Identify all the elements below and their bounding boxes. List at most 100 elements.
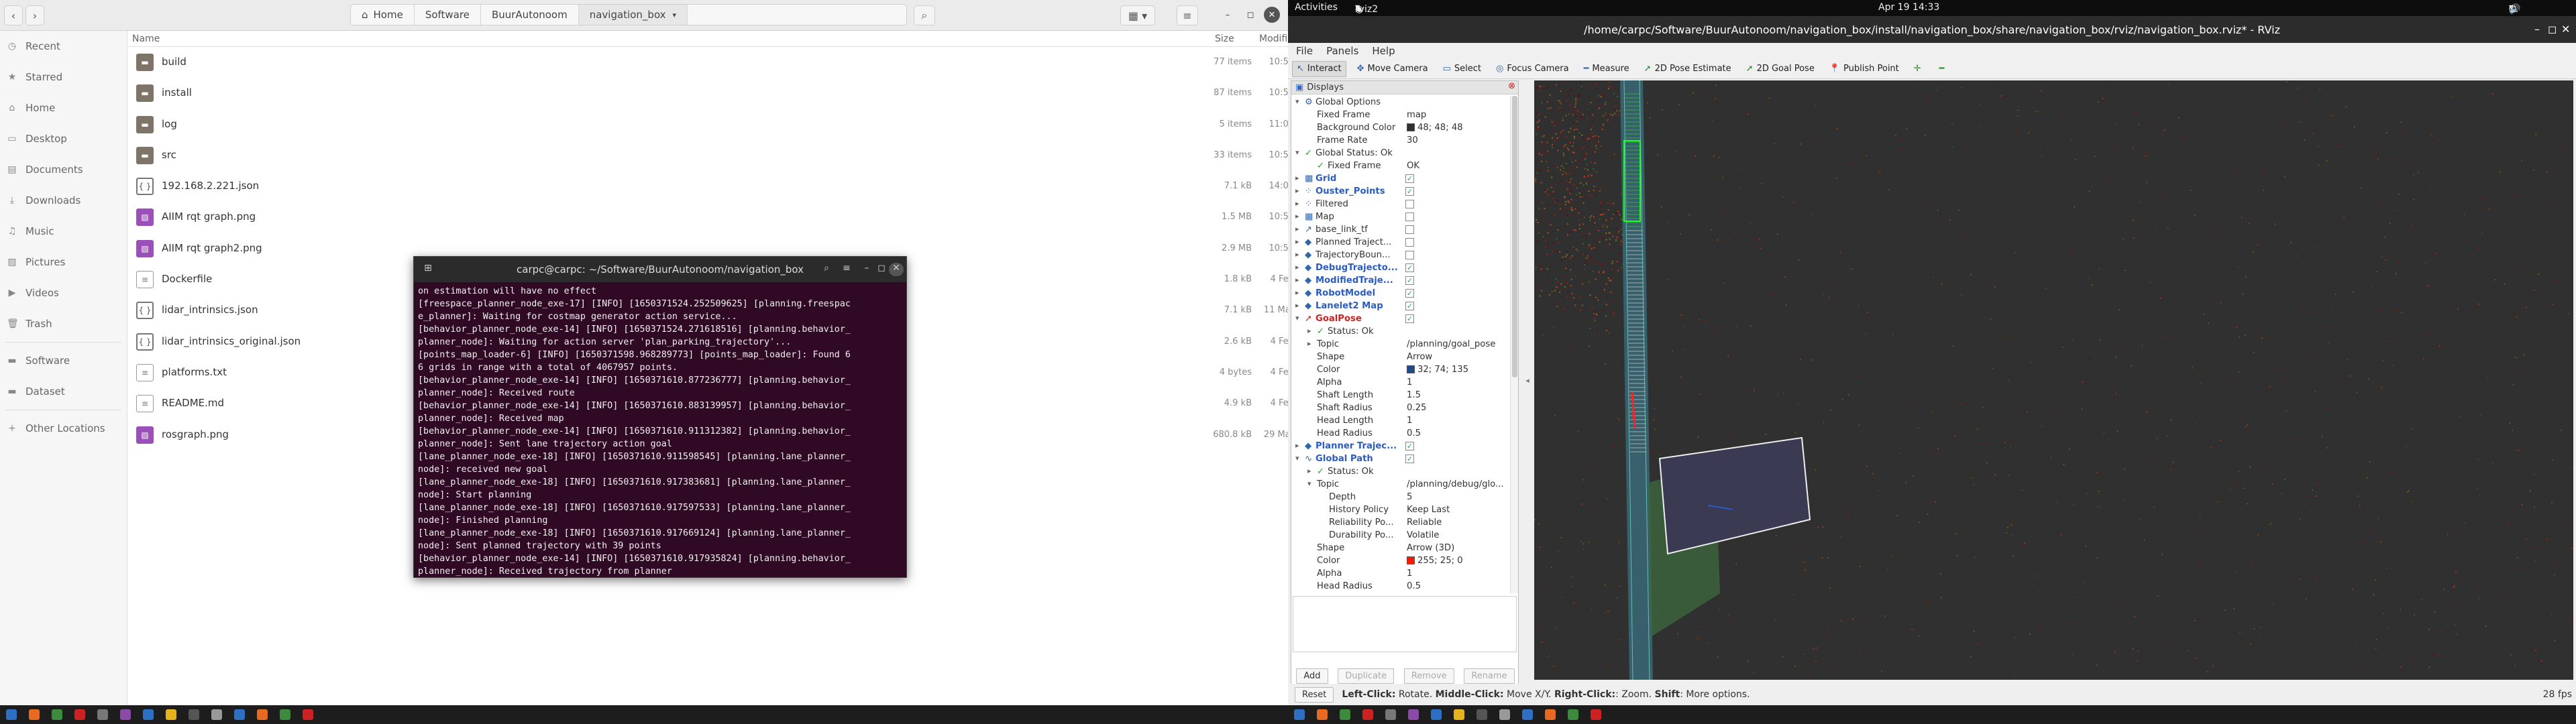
sidebar-item-trash[interactable]: 🗑 Trash — [0, 308, 127, 339]
duplicate-button[interactable]: Duplicate — [1338, 668, 1395, 684]
color-swatch[interactable] — [1407, 365, 1415, 373]
rename-button[interactable]: Rename — [1464, 668, 1515, 684]
enable-checkbox[interactable] — [1405, 251, 1414, 259]
expand-arrow-icon[interactable]: ▸ — [1295, 186, 1299, 195]
clock[interactable]: Apr 19 14:33 — [1878, 2, 1939, 13]
tree-row-head-radius[interactable]: Head Radius 0.5 — [1291, 427, 1518, 440]
file-row[interactable]: ▬ install 87 items 10:52 — [128, 78, 1294, 109]
taskbar-app-icon[interactable] — [189, 709, 199, 720]
file-row[interactable]: { } 192.168.2.221.json 7.1 kB 14:00 — [128, 171, 1294, 202]
system-tray[interactable]: ⇅ 🔊 ⏻ ▾ — [2509, 2, 2520, 15]
property-value-wrap[interactable]: 1.5 — [1407, 390, 1421, 400]
taskbar-app-icon[interactable] — [120, 709, 131, 720]
taskbar-app-icon[interactable] — [280, 709, 290, 720]
property-value-wrap[interactable]: 0.5 — [1407, 581, 1421, 591]
taskbar-app-icon[interactable] — [143, 709, 154, 720]
menu-help[interactable]: Help — [1372, 45, 1395, 57]
tree-row-base-link-tf[interactable]: ▸ ↗ base_link_tf — [1291, 223, 1518, 236]
taskbar-app-icon[interactable] — [74, 709, 85, 720]
property-value-wrap[interactable]: /planning/debug/glo... — [1407, 479, 1504, 489]
enable-checkbox[interactable] — [1405, 200, 1414, 208]
close-button[interactable]: ✕ — [889, 263, 904, 276]
taskbar-app-icon[interactable] — [1408, 709, 1419, 720]
enable-checkbox[interactable]: ✓ — [1405, 263, 1414, 272]
enable-checkbox[interactable] — [1405, 238, 1414, 247]
tree-row-frame-rate[interactable]: Frame Rate 30 — [1291, 134, 1518, 147]
tree-row-shaft-radius[interactable]: Shaft Radius 0.25 — [1291, 402, 1518, 414]
property-value-wrap[interactable]: Arrow — [1407, 352, 1432, 362]
close-button[interactable]: ✕ — [1264, 7, 1280, 23]
taskbar-app-icon[interactable] — [1317, 709, 1328, 720]
taskbar-app-icon[interactable] — [1454, 709, 1464, 720]
sidebar-item-recent[interactable]: ◷ Recent — [0, 31, 127, 62]
property-value-wrap[interactable]: /planning/goal_pose — [1407, 339, 1495, 349]
maximize-button[interactable]: ◻ — [2548, 23, 2557, 36]
taskbar-app-icon[interactable] — [52, 709, 62, 720]
search-icon[interactable]: ⌕ — [819, 263, 834, 276]
sidebar-item-desktop[interactable]: ▭ Desktop — [0, 123, 127, 154]
tree-row-history-policy[interactable]: History Policy Keep Last — [1291, 503, 1518, 516]
taskbar-app-icon[interactable] — [1477, 709, 1487, 720]
expand-arrow-icon[interactable]: ▸ — [1295, 199, 1299, 208]
enable-checkbox[interactable]: ✓ — [1405, 289, 1414, 298]
expand-arrow-icon[interactable]: ▸ — [1307, 467, 1311, 475]
taskbar-app-icon[interactable] — [211, 709, 222, 720]
back-button[interactable]: ‹ — [4, 5, 23, 25]
expand-arrow-icon[interactable]: ▸ — [1295, 276, 1299, 284]
taskbar-app-icon[interactable] — [1545, 709, 1556, 720]
expand-arrow-icon[interactable]: ▾ — [1295, 314, 1299, 322]
remove-button[interactable]: Remove — [1403, 668, 1454, 684]
property-value-wrap[interactable]: 255; 25; 0 — [1407, 556, 1463, 566]
enable-checkbox[interactable]: ✓ — [1405, 442, 1414, 450]
tool-focus-camera[interactable]: ◎ Focus Camera — [1492, 61, 1573, 77]
tree-scrollbar[interactable] — [1510, 96, 1518, 593]
tool-interact[interactable]: ↖ Interact — [1292, 60, 1346, 77]
minimize-button[interactable]: – — [1220, 7, 1236, 23]
sidebar-item-software[interactable]: ▬ Software — [0, 345, 127, 376]
enable-checkbox[interactable]: ✓ — [1405, 455, 1414, 463]
breadcrumb-navigation-box[interactable]: navigation_box ▾ — [578, 5, 688, 25]
taskbar-app-icon[interactable] — [166, 709, 176, 720]
expand-arrow-icon[interactable]: ▸ — [1307, 339, 1311, 348]
property-value-wrap[interactable]: 0.25 — [1407, 403, 1426, 413]
panel-splitter[interactable]: ◂ — [1523, 80, 1532, 680]
sidebar-item-dataset[interactable]: ▬ Dataset — [0, 376, 127, 407]
property-value-wrap[interactable]: OK — [1407, 161, 1419, 171]
tree-row-reliability-po[interactable]: Reliability Po... Reliable — [1291, 516, 1518, 529]
expand-arrow-icon[interactable]: ▾ — [1295, 454, 1299, 463]
expand-arrow-icon[interactable]: ▸ — [1295, 288, 1299, 297]
new-tab-icon[interactable]: ⊞ — [421, 263, 435, 276]
menu-file[interactable]: File — [1296, 45, 1313, 57]
tree-row-topic[interactable]: ▸ Topic/planning/goal_pose — [1291, 338, 1518, 351]
property-value-wrap[interactable]: 48; 48; 48 — [1407, 123, 1463, 133]
search-button[interactable]: ⌕ — [914, 5, 935, 25]
tree-row-alpha[interactable]: Alpha 1 — [1291, 376, 1518, 389]
taskbar-app-icon[interactable] — [1385, 709, 1396, 720]
property-value-wrap[interactable]: 1 — [1407, 416, 1412, 426]
tool-add-tool[interactable]: ✛ — [1910, 61, 1929, 77]
tree-row-color[interactable]: Color 32; 74; 135 — [1291, 363, 1518, 376]
taskbar-app-icon[interactable] — [1294, 709, 1305, 720]
taskbar-app-icon[interactable] — [29, 709, 40, 720]
tree-row-grid[interactable]: ▸ ▦ Grid ✓ — [1291, 172, 1518, 185]
maximize-button[interactable]: ◻ — [874, 263, 889, 276]
terminal-output[interactable]: on estimation will have no effect [freesp… — [414, 282, 906, 579]
activities-button[interactable]: Activities — [1295, 2, 1338, 13]
column-name[interactable]: Name — [132, 34, 160, 44]
tree-row-shape[interactable]: Shape Arrow (3D) — [1291, 542, 1518, 554]
3d-view[interactable] — [1534, 80, 2575, 681]
forward-button[interactable]: › — [25, 5, 44, 25]
sidebar-item-videos[interactable]: ▶ Videos — [0, 278, 127, 308]
tool-measure[interactable]: ━ Measure — [1580, 61, 1633, 77]
property-value-wrap[interactable]: Arrow (3D) — [1407, 543, 1454, 553]
breadcrumb-software[interactable]: Software — [415, 5, 481, 25]
property-value-wrap[interactable]: 30 — [1407, 135, 1418, 145]
property-value-wrap[interactable]: Reliable — [1407, 518, 1442, 528]
minimize-button[interactable]: – — [2534, 23, 2540, 36]
sidebar-item-pictures[interactable]: ▨ Pictures — [0, 247, 127, 278]
property-value-wrap[interactable]: Keep Last — [1407, 505, 1450, 515]
tree-row-ouster-points[interactable]: ▸ ⁘ Ouster_Points ✓ — [1291, 185, 1518, 198]
enable-checkbox[interactable]: ✓ — [1405, 174, 1414, 183]
sidebar-item-home[interactable]: ⌂ Home — [0, 93, 127, 123]
tree-row-global-status-ok[interactable]: ▾ ✓ Global Status: Ok — [1291, 147, 1518, 160]
